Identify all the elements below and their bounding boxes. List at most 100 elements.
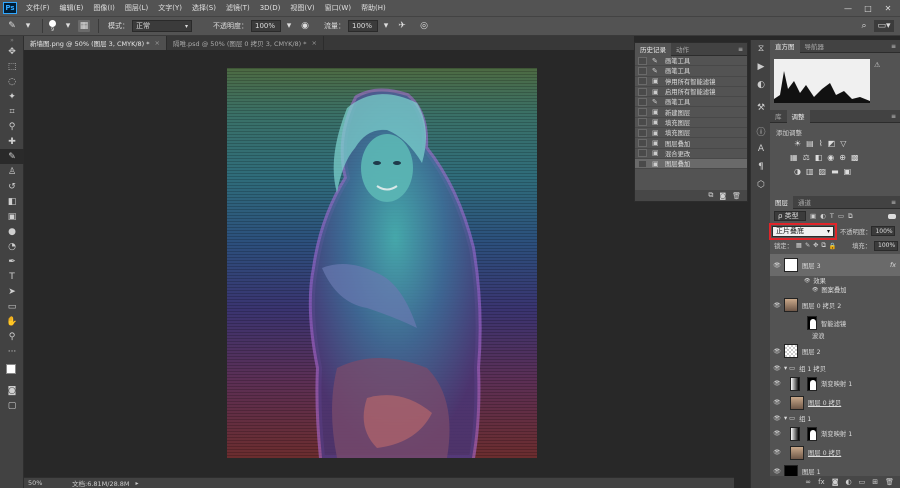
tab-channels[interactable]: 通道 [793, 196, 816, 209]
layer-row[interactable]: 👁 渐变映射 1 [770, 374, 900, 393]
history-item[interactable]: ✎ 画笔工具 [635, 66, 747, 77]
marquee-tool-icon[interactable]: ⬚ [0, 59, 24, 74]
lock-all-icon[interactable]: 🔒 [829, 242, 837, 250]
invert-icon[interactable]: ◑ [794, 167, 801, 176]
tab-actions[interactable]: 动作 [671, 43, 694, 56]
status-menu-arrow-icon[interactable]: ▸ [136, 480, 139, 487]
eye-icon[interactable]: 👁 [770, 399, 784, 406]
panel-menu-icon[interactable]: ≡ [891, 113, 900, 120]
eye-icon[interactable]: 👁 [770, 365, 784, 372]
tab-navigator[interactable]: 导航器 [800, 40, 830, 53]
filter-mask-thumbnail[interactable] [807, 316, 817, 330]
pen-tool-icon[interactable]: ✒ [0, 254, 24, 269]
layer-row[interactable]: 👁 图层 0 拷贝 2 [770, 294, 900, 316]
new-document-from-state-icon[interactable]: ⧉ [708, 191, 713, 200]
new-group-icon[interactable]: ▭ [859, 478, 866, 486]
history-source-checkbox[interactable] [638, 118, 647, 127]
tab-history[interactable]: 历史记录 [635, 42, 671, 56]
history-source-checkbox[interactable] [638, 139, 647, 148]
opacity-field[interactable]: 100% [251, 20, 281, 32]
warning-icon[interactable]: ⚠ [874, 61, 880, 69]
artwork-image[interactable] [227, 68, 537, 458]
history-item[interactable]: ▣ 图层叠加 [635, 158, 747, 170]
zoom-level[interactable]: 50% [24, 479, 68, 487]
photo-filter-icon[interactable]: ◉ [827, 153, 834, 162]
foreground-color[interactable] [6, 364, 16, 374]
link-layers-icon[interactable]: ∞ [805, 478, 811, 486]
paragraph-icon[interactable]: ¶ [751, 158, 771, 176]
fx-badge[interactable]: fx [890, 262, 896, 269]
tab-library[interactable]: 库 [770, 110, 787, 123]
3d-icon[interactable]: ⬡ [751, 176, 771, 194]
tab-histogram[interactable]: 直方图 [770, 39, 800, 53]
exposure-icon[interactable]: ◩ [828, 139, 836, 148]
eye-icon[interactable]: 👁 [812, 287, 818, 293]
play-icon[interactable]: ▶ [751, 58, 771, 76]
color-swatches[interactable] [0, 361, 24, 383]
layer-row[interactable]: 👁 ▾ ▭ 组 1 拷贝 [770, 362, 900, 374]
dropdown-arrow-icon[interactable]: ▾ [380, 20, 392, 32]
screen-mode-icon[interactable]: ▢ [0, 398, 24, 413]
brush-tool-icon[interactable]: ✎ [6, 20, 18, 32]
history-item[interactable]: ▣ 填充图层 [635, 118, 747, 129]
collapse-icon[interactable]: » [0, 36, 24, 44]
bw-icon[interactable]: ◧ [815, 153, 823, 162]
history-source-checkbox[interactable] [638, 108, 647, 117]
clone-stamp-tool-icon[interactable]: ♙ [0, 164, 24, 179]
maximize-button[interactable]: □ [858, 0, 878, 16]
color-balance-icon[interactable]: ⚖ [803, 153, 810, 162]
menu-window[interactable]: 窗口(W) [320, 3, 356, 13]
adjust-filter-icon[interactable]: ◐ [820, 212, 826, 220]
selective-color-icon[interactable]: ▣ [844, 167, 852, 176]
pressure-size-icon[interactable]: ◎ [418, 20, 430, 32]
panel-menu-icon[interactable]: ≡ [891, 43, 900, 50]
eye-icon[interactable]: 👁 [770, 302, 784, 309]
eye-icon[interactable]: 👁 [770, 348, 784, 355]
layer-row[interactable]: 👁 渐变映射 1 [770, 424, 900, 443]
hue-sat-icon[interactable]: ▦ [790, 153, 798, 162]
tab-layers[interactable]: 图层 [770, 195, 793, 209]
type-filter-icon[interactable]: T [830, 212, 834, 220]
more-tools-icon[interactable]: ··· [0, 344, 24, 359]
trash-icon[interactable]: 🗑 [732, 192, 741, 200]
eye-icon[interactable]: 👁 [770, 430, 784, 437]
new-adjustment-icon[interactable]: ◐ [846, 478, 852, 486]
eye-icon[interactable]: 👁 [770, 468, 784, 475]
trash-icon[interactable]: 🗑 [885, 478, 894, 486]
folder-icon[interactable]: ▾ ▭ [784, 415, 795, 422]
layer-opacity-field[interactable]: 100% [871, 226, 896, 236]
panel-menu-icon[interactable]: ≡ [891, 199, 900, 206]
quick-select-tool-icon[interactable]: ✦ [0, 89, 24, 104]
close-icon[interactable]: × [155, 39, 160, 47]
eye-icon[interactable]: 👁 [770, 380, 784, 387]
history-icon[interactable]: ⧖ [751, 40, 771, 58]
healing-brush-tool-icon[interactable]: ✚ [0, 134, 24, 149]
menu-help[interactable]: 帮助(H) [356, 3, 391, 13]
brightness-icon[interactable]: ☀ [794, 139, 801, 148]
eye-icon[interactable]: 👁 [770, 415, 784, 422]
history-item[interactable]: ▣ 填充图层 [635, 128, 747, 139]
layer-row[interactable]: 👁 图案叠加 [770, 285, 900, 295]
history-item[interactable]: ▣ 启用所有智能滤镜 [635, 87, 747, 98]
history-item[interactable]: ▣ 图层叠加 [635, 138, 747, 149]
menu-file[interactable]: 文件(F) [21, 3, 55, 13]
blur-tool-icon[interactable]: ● [0, 224, 24, 239]
layer-row[interactable]: 智能滤镜 [770, 316, 900, 330]
add-mask-icon[interactable]: ◙ [832, 478, 839, 486]
threshold-icon[interactable]: ▨ [819, 167, 827, 176]
history-source-checkbox[interactable] [638, 56, 647, 65]
brush-tool-icon[interactable]: ✎ [0, 149, 24, 164]
menu-type[interactable]: 文字(Y) [153, 3, 187, 13]
blend-mode-select[interactable]: 正片叠底 ▾ [772, 225, 834, 237]
menu-layer[interactable]: 图层(L) [120, 3, 153, 13]
history-source-checkbox[interactable] [638, 66, 647, 75]
crop-tool-icon[interactable]: ⌗ [0, 104, 24, 119]
tools-icon[interactable]: ⚒ [751, 94, 771, 122]
history-source-checkbox[interactable] [638, 77, 647, 86]
menu-filter[interactable]: 滤镜(T) [221, 3, 255, 13]
path-select-tool-icon[interactable]: ➤ [0, 284, 24, 299]
info-icon[interactable]: ⓘ [751, 122, 771, 140]
dropdown-arrow-icon[interactable]: ▾ [283, 20, 295, 32]
brush-panel-icon[interactable]: ▦ [78, 20, 90, 32]
vibrance-icon[interactable]: ▽ [840, 139, 846, 148]
